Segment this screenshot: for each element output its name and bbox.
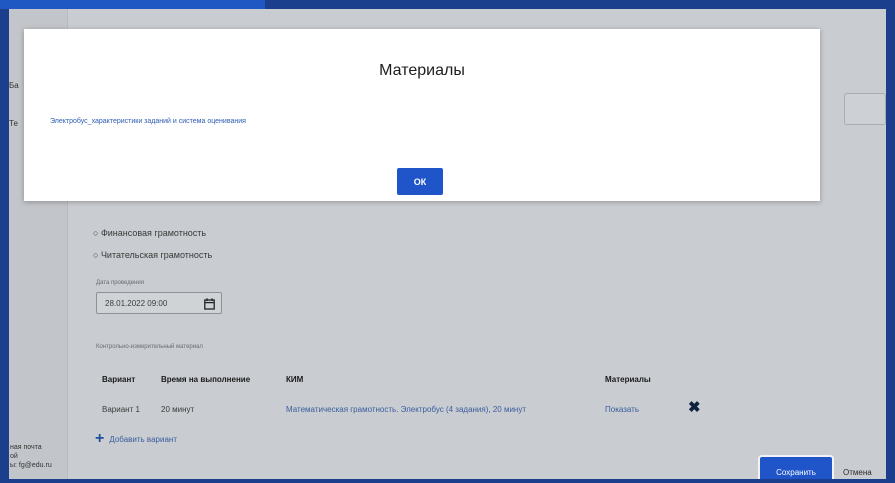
- calendar-icon[interactable]: [204, 297, 215, 315]
- column-header-variant: Вариант: [102, 375, 136, 384]
- contact-line: ой: [10, 453, 18, 460]
- radio-financial-literacy[interactable]: ○ Финансовая грамотность: [93, 228, 206, 238]
- radio-icon: ○: [93, 228, 101, 238]
- frame-top-tab: [0, 0, 265, 9]
- text-field[interactable]: [844, 93, 886, 125]
- add-variant-button[interactable]: + Добавить вариант: [95, 430, 177, 447]
- plus-icon: +: [95, 430, 105, 447]
- modal-title: Материалы: [379, 62, 465, 79]
- column-header-materials: Материалы: [605, 375, 651, 384]
- cell-time: 20 минут: [161, 405, 195, 414]
- cell-variant: Вариант 1: [102, 405, 140, 414]
- column-header-kim: КИМ: [286, 375, 304, 384]
- cancel-button[interactable]: Отмена: [843, 468, 872, 477]
- radio-label: Читательская грамотность: [100, 250, 213, 260]
- show-materials-link[interactable]: Показать: [605, 405, 639, 414]
- app-window: Ба Те ная почта ой ы: fg@edu.ru ○ Финанс…: [9, 9, 886, 479]
- close-icon[interactable]: ✖: [688, 398, 701, 416]
- radio-reading-literacy[interactable]: ○ Читательская грамотность: [93, 250, 212, 260]
- contact-line: ная почта: [10, 444, 42, 451]
- material-file-link[interactable]: Электробус_характеристики заданий и сист…: [50, 118, 246, 125]
- add-variant-label: Добавить вариант: [109, 434, 177, 444]
- kim-caption: Контрольно-измерительный материал: [96, 344, 203, 350]
- ok-button[interactable]: ОК: [397, 168, 443, 195]
- left-panel-fragment: Ба: [9, 81, 19, 90]
- date-value: 28.01.2022 09:00: [105, 299, 168, 308]
- radio-icon: ○: [93, 250, 101, 260]
- kim-link[interactable]: Математическая грамотность. Электробус (…: [286, 405, 526, 414]
- column-header-time: Время на выполнение: [161, 375, 251, 384]
- date-input[interactable]: 28.01.2022 09:00: [96, 292, 222, 314]
- save-button[interactable]: Сохранить: [760, 457, 832, 479]
- left-panel-fragment: Те: [9, 119, 18, 128]
- contact-line: ы: fg@edu.ru: [10, 462, 52, 469]
- materials-modal: Материалы Электробус_характеристики зада…: [24, 29, 820, 201]
- radio-label: Финансовая грамотность: [100, 228, 207, 238]
- date-label: Дата проведения: [96, 280, 144, 286]
- contact-info: ная почта ой ы: fg@edu.ru: [10, 443, 52, 470]
